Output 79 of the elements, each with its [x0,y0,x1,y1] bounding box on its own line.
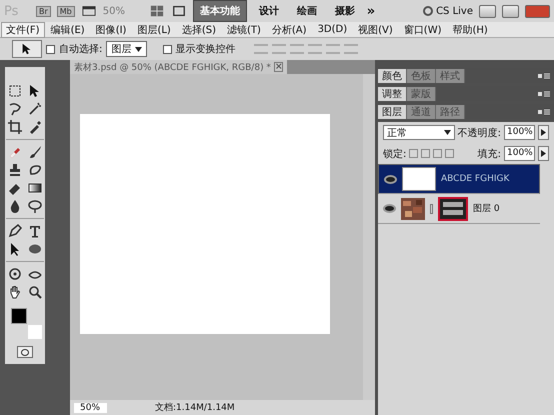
panel-tab[interactable]: 调整 [378,87,407,101]
layer-name: ABCDE FGHIGK [441,174,510,184]
fill-arrow-button[interactable] [538,146,549,161]
zoom-icon[interactable] [27,284,43,300]
document-tab[interactable]: 素材3.psd @ 50% (ABCDE FGHIGK, RGB/8) * × [70,60,288,74]
quick-mask-button[interactable] [17,346,33,358]
opacity-label: 不透明度: [458,126,501,140]
menu-item[interactable]: 文件(F) [1,22,45,38]
checkbox[interactable] [162,44,172,54]
workspace-tab[interactable]: 摄影 [328,1,361,21]
fill-label: 填充: [478,148,501,160]
background-color-swatch[interactable] [28,325,42,339]
opacity-arrow-button[interactable] [538,125,549,140]
magic-wand-icon[interactable] [27,101,43,117]
panel-menu-icon[interactable] [538,72,550,78]
screen-mode-icon[interactable] [170,4,187,18]
marquee-icon[interactable] [7,83,23,99]
dropdown-arrow-icon[interactable] [444,130,451,135]
right-arrow-icon[interactable] [541,129,546,136]
cs-live-button[interactable]: CS Live [436,6,473,16]
dropdown-arrow-icon[interactable] [134,47,142,52]
menu-item[interactable]: 帮助(H) [448,22,493,38]
layer-thumbnail [402,167,436,191]
crop-icon[interactable] [7,119,23,135]
workspace-tab[interactable]: 设计 [252,1,285,21]
visibility-eye-icon[interactable] [384,174,397,184]
pen-icon[interactable] [7,223,23,239]
menu-item[interactable]: 滤镜(T) [222,22,266,38]
layer-mask-thumbnail[interactable] [438,196,468,220]
layer-thumbnail [401,198,425,220]
layer-row[interactable]: ABCDE FGHIGK [378,164,540,194]
minimize-button[interactable] [479,4,496,18]
panel-menu-icon[interactable] [538,108,550,114]
history-brush-icon[interactable] [27,162,43,178]
more-workspaces-button[interactable]: » [366,4,376,18]
close-button[interactable] [525,4,550,18]
layer-name: 图层 0 [473,203,500,215]
right-arrow-icon[interactable] [541,150,546,157]
visibility-eye-icon[interactable] [383,204,396,213]
menu-item[interactable]: 编辑(E) [46,22,90,38]
blend-mode-dropdown[interactable]: 正常 [383,125,455,140]
tool-preset-picker[interactable] [12,40,42,58]
zoom-field[interactable]: 50% [74,402,107,412]
checkbox[interactable] [46,44,55,54]
auto-select-dropdown[interactable]: 图层 [106,41,147,57]
tab-close-button[interactable]: × [274,62,284,72]
maximize-button[interactable] [502,4,519,18]
document-size: 文档:1.14M/1.14M [155,402,235,414]
menu-item[interactable]: 3D(D) [312,23,352,36]
cs-live-icon [423,6,434,16]
chain-link-icon[interactable] [430,204,433,214]
fill-field[interactable]: 100% [504,146,535,161]
checkbox-label: 自动选择: [59,42,102,56]
dodge-icon[interactable] [27,198,43,214]
type-tool-icon[interactable] [27,223,43,239]
brush-icon[interactable] [27,144,43,160]
mini-bridge-button[interactable]: Mb [56,6,75,16]
menu-item[interactable]: 窗口(W) [398,22,446,38]
panel-menu-icon[interactable] [538,90,550,96]
panel-tab[interactable]: 图层 [378,105,407,119]
foreground-color-swatch[interactable] [11,308,27,324]
workspace-tab[interactable]: 基本功能 [192,0,247,22]
opacity-field[interactable]: 100% [504,125,535,140]
menu-item[interactable]: 分析(A) [266,22,312,38]
checkbox-label: 显示变换控件 [176,42,236,56]
lock-label: 锁定: [383,148,406,160]
view-extras-icon[interactable] [80,4,97,18]
workspace-tab[interactable]: 绘画 [290,1,323,21]
lasso-icon[interactable] [7,101,23,117]
bridge-button[interactable]: Br [36,6,51,16]
menu-item[interactable]: 图像(I) [90,22,132,38]
stamp-icon[interactable] [7,162,23,178]
layer-row[interactable]: 图层 0 [378,194,540,224]
menu-item[interactable]: 选择(S) [176,22,221,38]
menu-item[interactable]: 图层(L) [132,22,176,38]
arrange-documents-icon[interactable] [148,4,165,18]
rotate-3d-icon[interactable] [7,266,23,282]
panel-tab[interactable]: 颜色 [378,69,407,83]
menu-item[interactable]: 视图(V) [353,22,398,38]
